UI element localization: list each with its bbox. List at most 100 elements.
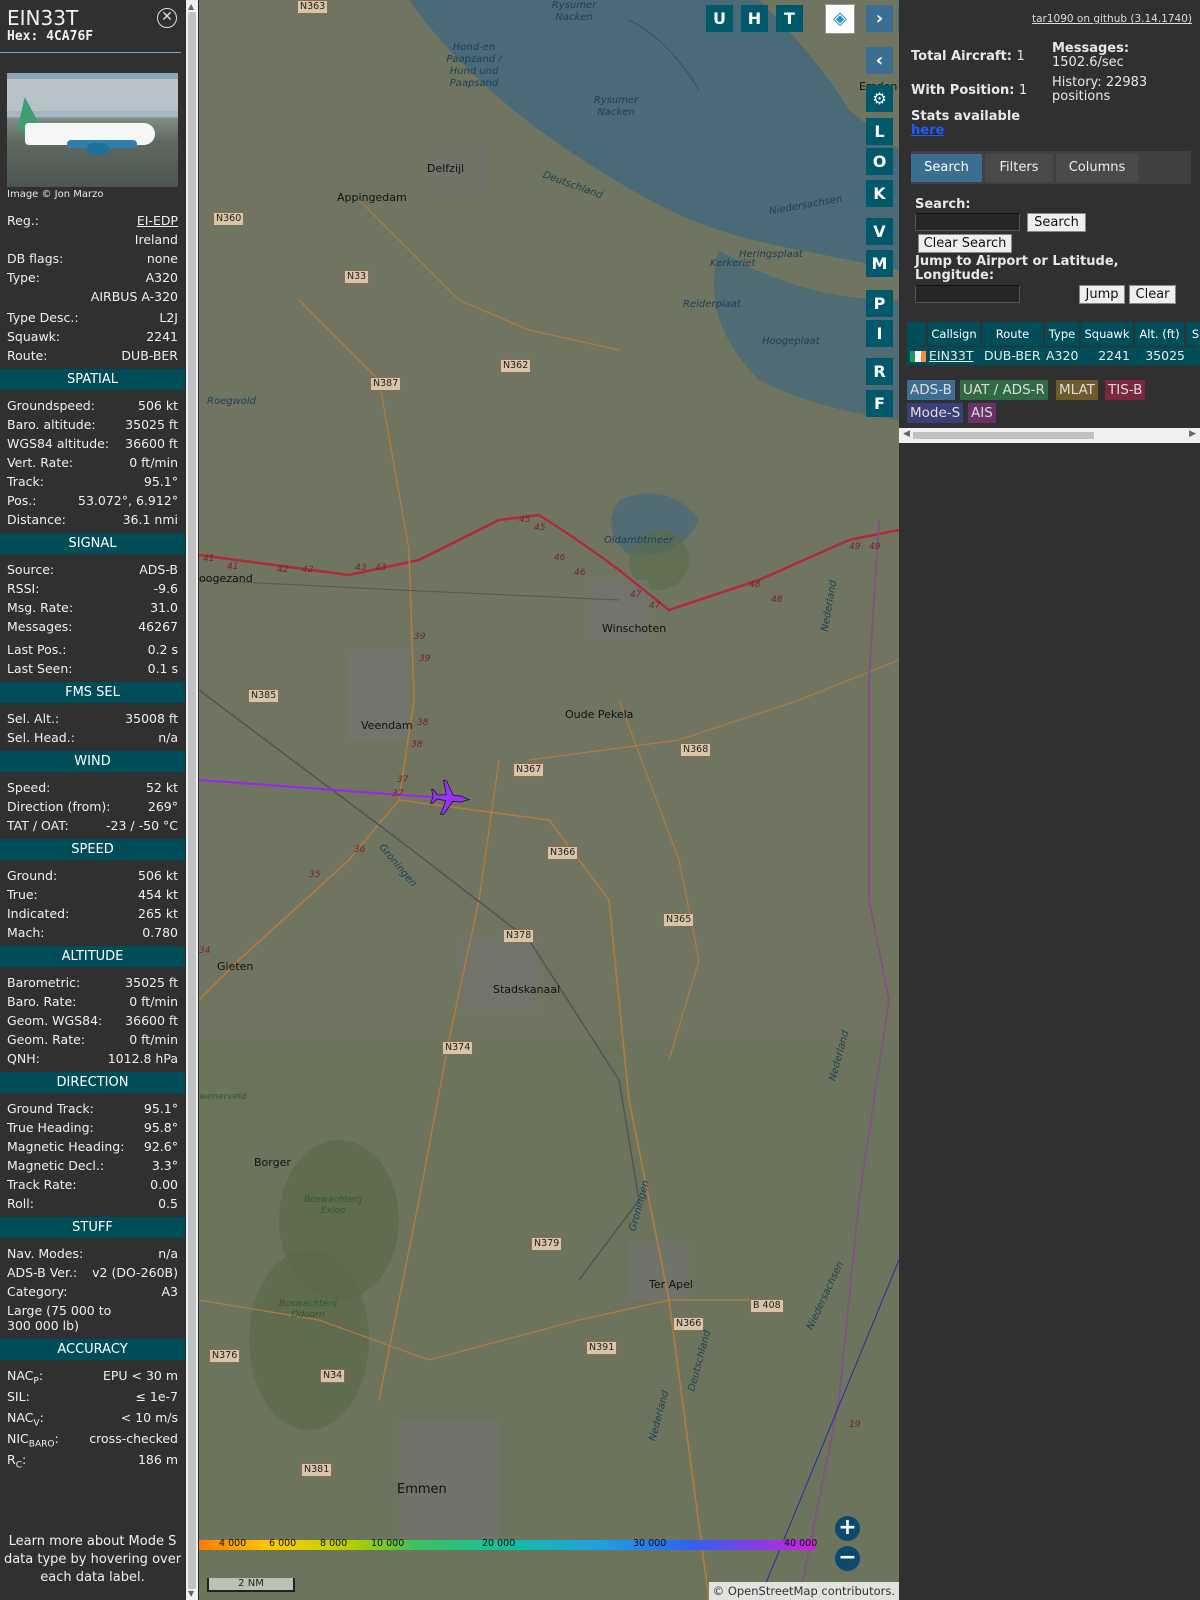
- detail-label[interactable]: True:: [7, 885, 38, 904]
- detail-label[interactable]: Track Rate:: [7, 1175, 77, 1194]
- map-key-button-f[interactable]: F: [866, 390, 893, 417]
- collapse-sidebar-button[interactable]: ‹: [866, 47, 893, 74]
- map-key-button-p[interactable]: P: [866, 290, 893, 317]
- detail-label[interactable]: Magnetic Heading:: [7, 1137, 124, 1156]
- aircraft-photo[interactable]: [7, 73, 178, 187]
- detail-label[interactable]: Squawk:: [7, 327, 60, 346]
- detail-label[interactable]: WGS84 altitude:: [7, 434, 109, 453]
- tab-filters[interactable]: Filters: [985, 154, 1053, 182]
- map-key-button-i[interactable]: I: [866, 320, 893, 347]
- map[interactable]: Delfzijl Appingedam Winschoten Oude Pekela V…: [199, 0, 899, 1600]
- detail-label[interactable]: Reg.:: [7, 211, 39, 230]
- detail-label[interactable]: Geom. WGS84:: [7, 1011, 102, 1030]
- detail-label[interactable]: DB flags:: [7, 249, 63, 268]
- jump-input[interactable]: [915, 285, 1020, 303]
- detail-label[interactable]: Sel. Head.:: [7, 728, 75, 747]
- detail-value[interactable]: EI-EDP: [137, 211, 178, 230]
- scroll-up-arrow-icon[interactable]: ▲: [188, 2, 194, 11]
- detail-label[interactable]: NICBARO:: [7, 1429, 59, 1450]
- scrollbar-thumb[interactable]: [188, 12, 196, 1589]
- expand-sidebar-button[interactable]: ›: [866, 5, 893, 32]
- detail-label[interactable]: Barometric:: [7, 973, 80, 992]
- aircraft-icon[interactable]: [429, 779, 471, 816]
- stats-here-link[interactable]: here: [911, 123, 944, 138]
- detail-label[interactable]: Type Desc.:: [7, 308, 79, 327]
- detail-label[interactable]: Groundspeed:: [7, 396, 95, 415]
- detail-label[interactable]: Sel. Alt.:: [7, 709, 59, 728]
- detail-label[interactable]: Baro. altitude:: [7, 415, 96, 434]
- detail-label[interactable]: ADS-B Ver.:: [7, 1263, 77, 1282]
- column-header[interactable]: S: [1186, 322, 1200, 346]
- jump-button[interactable]: Jump: [1079, 285, 1125, 304]
- map-attribution[interactable]: © OpenStreetMap contributors.: [708, 1582, 899, 1600]
- github-link[interactable]: tar1090 on github (3.14.1740): [1032, 13, 1192, 25]
- button-t[interactable]: T: [776, 5, 803, 32]
- detail-label[interactable]: Vert. Rate:: [7, 453, 73, 472]
- info-panel-scrollbar[interactable]: ▲ ▼: [186, 0, 198, 1600]
- search-button[interactable]: Search: [1027, 213, 1086, 232]
- detail-label[interactable]: Large (75 000 to 300 000 lb): [7, 1303, 137, 1333]
- detail-label[interactable]: Source:: [7, 560, 54, 579]
- detail-label[interactable]: TAT / OAT:: [7, 816, 69, 835]
- detail-label[interactable]: NACV:: [7, 1408, 44, 1429]
- tab-columns[interactable]: Columns: [1056, 154, 1138, 182]
- column-header[interactable]: Type: [1045, 322, 1080, 346]
- settings-gear-icon[interactable]: ⚙: [866, 85, 893, 112]
- column-header[interactable]: Squawk: [1081, 322, 1134, 346]
- detail-label[interactable]: Ground:: [7, 866, 57, 885]
- detail-label[interactable]: Roll:: [7, 1194, 34, 1213]
- detail-label[interactable]: Direction (from):: [7, 797, 111, 816]
- horizontal-scrollbar-thumb[interactable]: [913, 432, 1094, 439]
- layers-icon[interactable]: ◈: [825, 4, 855, 34]
- scroll-left-arrow-icon[interactable]: ◀: [903, 429, 910, 439]
- column-header[interactable]: Alt. (ft): [1135, 322, 1185, 346]
- button-h[interactable]: H: [741, 5, 768, 32]
- detail-label[interactable]: Pos.:: [7, 491, 36, 510]
- column-header[interactable]: [907, 322, 927, 346]
- detail-label[interactable]: Nav. Modes:: [7, 1244, 83, 1263]
- detail-label[interactable]: Ground Track:: [7, 1099, 94, 1118]
- detail-label[interactable]: Indicated:: [7, 904, 69, 923]
- map-key-button-l[interactable]: L: [866, 118, 893, 145]
- detail-label[interactable]: Mach:: [7, 923, 44, 942]
- detail-value: 0 ft/min: [129, 455, 178, 470]
- button-u[interactable]: U: [706, 5, 733, 32]
- detail-label[interactable]: NACP:: [7, 1366, 43, 1387]
- map-key-button-v[interactable]: V: [866, 218, 893, 245]
- clear-search-button[interactable]: Clear Search: [918, 234, 1012, 253]
- detail-label[interactable]: Messages:: [7, 617, 73, 636]
- map-key-button-o[interactable]: O: [866, 148, 893, 175]
- detail-label[interactable]: Last Seen:: [7, 659, 72, 678]
- detail-label[interactable]: SIL:: [7, 1387, 30, 1408]
- tab-search[interactable]: Search: [911, 154, 982, 182]
- detail-label[interactable]: Type:: [7, 268, 40, 287]
- scroll-right-arrow-icon[interactable]: ▶: [1189, 429, 1196, 439]
- cell-callsign[interactable]: EIN33T: [929, 347, 973, 365]
- table-horizontal-scrollbar[interactable]: ◀ ▶: [899, 428, 1200, 443]
- detail-label[interactable]: Magnetic Decl.:: [7, 1156, 104, 1175]
- detail-label[interactable]: QNH:: [7, 1049, 40, 1068]
- map-key-button-r[interactable]: R: [866, 358, 893, 385]
- detail-label[interactable]: Baro. Rate:: [7, 992, 76, 1011]
- detail-label[interactable]: RC:: [7, 1450, 26, 1471]
- detail-label[interactable]: Distance:: [7, 510, 66, 529]
- map-key-button-m[interactable]: M: [866, 250, 893, 277]
- detail-label[interactable]: True Heading:: [7, 1118, 94, 1137]
- scroll-down-arrow-icon[interactable]: ▼: [188, 1589, 194, 1598]
- detail-label[interactable]: Speed:: [7, 778, 50, 797]
- column-header[interactable]: Route: [982, 322, 1044, 346]
- zoom-out-button[interactable]: −: [835, 1546, 860, 1571]
- detail-label[interactable]: Geom. Rate:: [7, 1030, 85, 1049]
- detail-label[interactable]: Route:: [7, 346, 48, 365]
- column-header[interactable]: Callsign: [928, 322, 981, 346]
- detail-label[interactable]: Last Pos.:: [7, 640, 66, 659]
- close-icon[interactable]: ✕: [157, 8, 177, 28]
- clear-jump-button[interactable]: Clear: [1129, 285, 1176, 304]
- search-input[interactable]: [915, 213, 1020, 231]
- map-key-button-k[interactable]: K: [866, 180, 893, 207]
- zoom-in-button[interactable]: +: [835, 1516, 860, 1541]
- detail-label[interactable]: Track:: [7, 472, 44, 491]
- detail-label[interactable]: RSSI:: [7, 579, 39, 598]
- detail-label[interactable]: Category:: [7, 1282, 67, 1301]
- detail-label[interactable]: Msg. Rate:: [7, 598, 73, 617]
